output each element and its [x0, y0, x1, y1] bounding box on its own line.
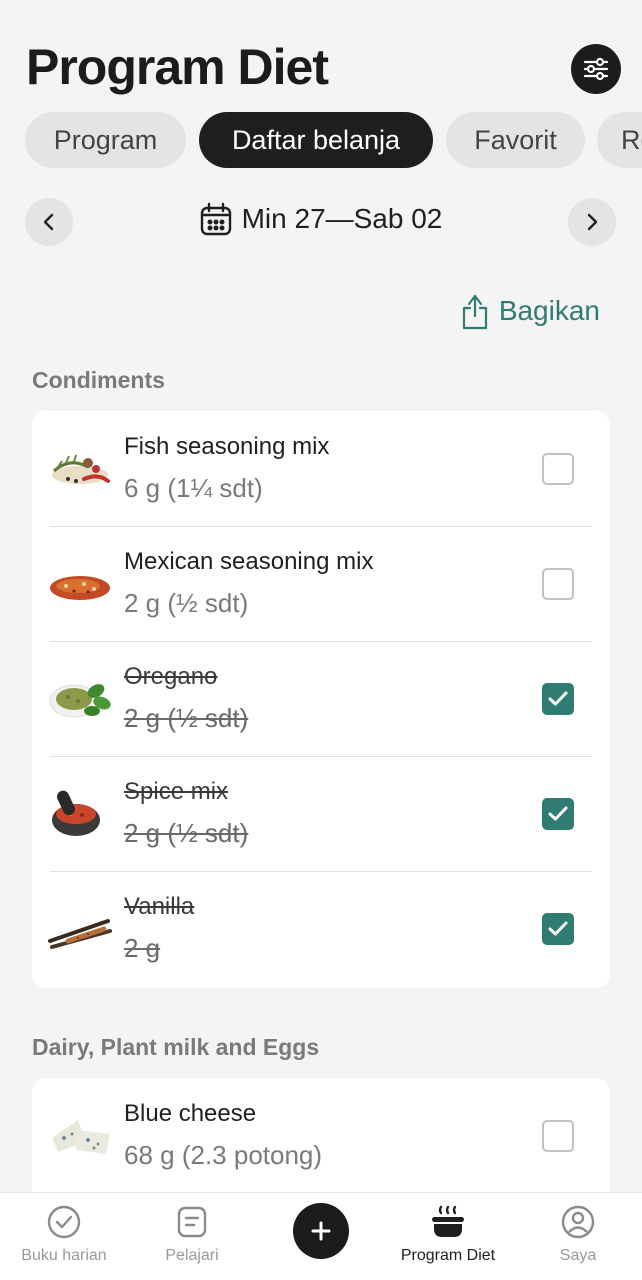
section-title-dairy: Dairy, Plant milk and Eggs — [32, 1034, 320, 1060]
item-checkbox[interactable] — [542, 798, 574, 830]
document-icon — [177, 1206, 207, 1238]
sliders-icon — [583, 57, 609, 81]
item-quantity: 2 g (½ sdt) — [124, 703, 249, 733]
blue-cheese-thumbnail — [52, 1120, 110, 1154]
nav-label: Saya — [559, 1247, 597, 1264]
share-label: Bagikan — [498, 295, 600, 326]
header: Program Diet — [0, 0, 642, 110]
tab-favorit[interactable]: Favorit — [446, 112, 585, 168]
item-name: Spice mix — [124, 778, 229, 805]
nav-label: Pelajari — [165, 1247, 219, 1264]
item-quantity: 6 g (1¼ sdt) — [124, 473, 263, 503]
week-navigator: Min 27—Sab 02 — [0, 196, 642, 250]
spice-mix-thumbnail — [52, 790, 100, 836]
checkmark-icon — [548, 691, 568, 706]
mexican-seasoning-thumbnail — [50, 576, 110, 600]
list-item[interactable]: Blue cheese 68 g (2.3 potong) — [32, 1078, 610, 1193]
section-title-condiments: Condiments — [32, 367, 165, 393]
nav-buku-harian[interactable]: Buku harian — [0, 1193, 128, 1280]
item-quantity: 2 g (½ sdt) — [124, 588, 249, 618]
list-item[interactable]: Mexican seasoning mix 2 g (½ sdt) — [32, 526, 610, 641]
item-name: Mexican seasoning mix — [124, 548, 374, 575]
item-name: Fish seasoning mix — [124, 433, 330, 460]
filter-button[interactable] — [571, 44, 621, 94]
plus-icon — [311, 1221, 331, 1241]
tab-program[interactable]: Program — [25, 112, 186, 168]
nav-program-diet[interactable]: Program Diet — [384, 1193, 512, 1280]
oregano-thumbnail — [49, 684, 111, 718]
tab-daftar-belanja[interactable]: Daftar belanja — [199, 112, 433, 168]
nav-pelajari[interactable]: Pelajari — [128, 1193, 256, 1280]
item-quantity: 2 g (½ sdt) — [124, 818, 249, 848]
cooking-pot-icon — [432, 1205, 464, 1237]
tab-bar: Program Daftar belanja Favorit Re — [0, 112, 642, 170]
check-circle-icon — [47, 1205, 81, 1239]
nav-saya[interactable]: Saya — [514, 1193, 642, 1280]
share-button[interactable]: Bagikan — [461, 292, 600, 330]
item-checkbox[interactable] — [542, 568, 574, 600]
next-week-button[interactable] — [568, 198, 616, 246]
item-checkbox[interactable] — [542, 1120, 574, 1152]
condiments-card: Fish seasoning mix 6 g (1¼ sdt) Mexican … — [32, 411, 610, 988]
bottom-navigation: Buku harian Pelajari Program Diet Saya — [0, 1192, 642, 1280]
list-item[interactable]: Oregano 2 g (½ sdt) — [32, 641, 610, 756]
item-name: Oregano — [124, 663, 218, 690]
nav-label: Program Diet — [400, 1247, 496, 1264]
week-range: Min 27—Sab 02 — [0, 202, 642, 236]
tab-partial[interactable]: Re — [597, 112, 642, 168]
item-quantity: 2 g — [124, 933, 161, 963]
item-quantity: 68 g (2.3 potong) — [124, 1140, 323, 1170]
item-name: Blue cheese — [124, 1100, 257, 1127]
item-checkbox[interactable] — [542, 683, 574, 715]
checkmark-icon — [548, 806, 568, 821]
nav-label: Buku harian — [21, 1247, 107, 1264]
item-name: Vanilla — [124, 893, 195, 920]
vanilla-thumbnail — [48, 919, 112, 949]
chevron-right-icon — [587, 213, 598, 231]
item-checkbox[interactable] — [542, 913, 574, 945]
list-item[interactable]: Fish seasoning mix 6 g (1¼ sdt) — [32, 411, 610, 526]
list-item[interactable]: Vanilla 2 g — [32, 871, 610, 986]
page-title: Program Diet — [26, 39, 329, 95]
fish-seasoning-thumbnail — [52, 454, 110, 484]
user-circle-icon — [561, 1205, 595, 1239]
week-range-label: Min 27—Sab 02 — [241, 203, 443, 234]
share-icon — [462, 294, 487, 330]
add-button[interactable] — [293, 1203, 349, 1259]
list-item[interactable]: Spice mix 2 g (½ sdt) — [32, 756, 610, 871]
item-checkbox[interactable] — [542, 453, 574, 485]
calendar-icon — [200, 202, 231, 236]
checkmark-icon — [548, 921, 568, 936]
